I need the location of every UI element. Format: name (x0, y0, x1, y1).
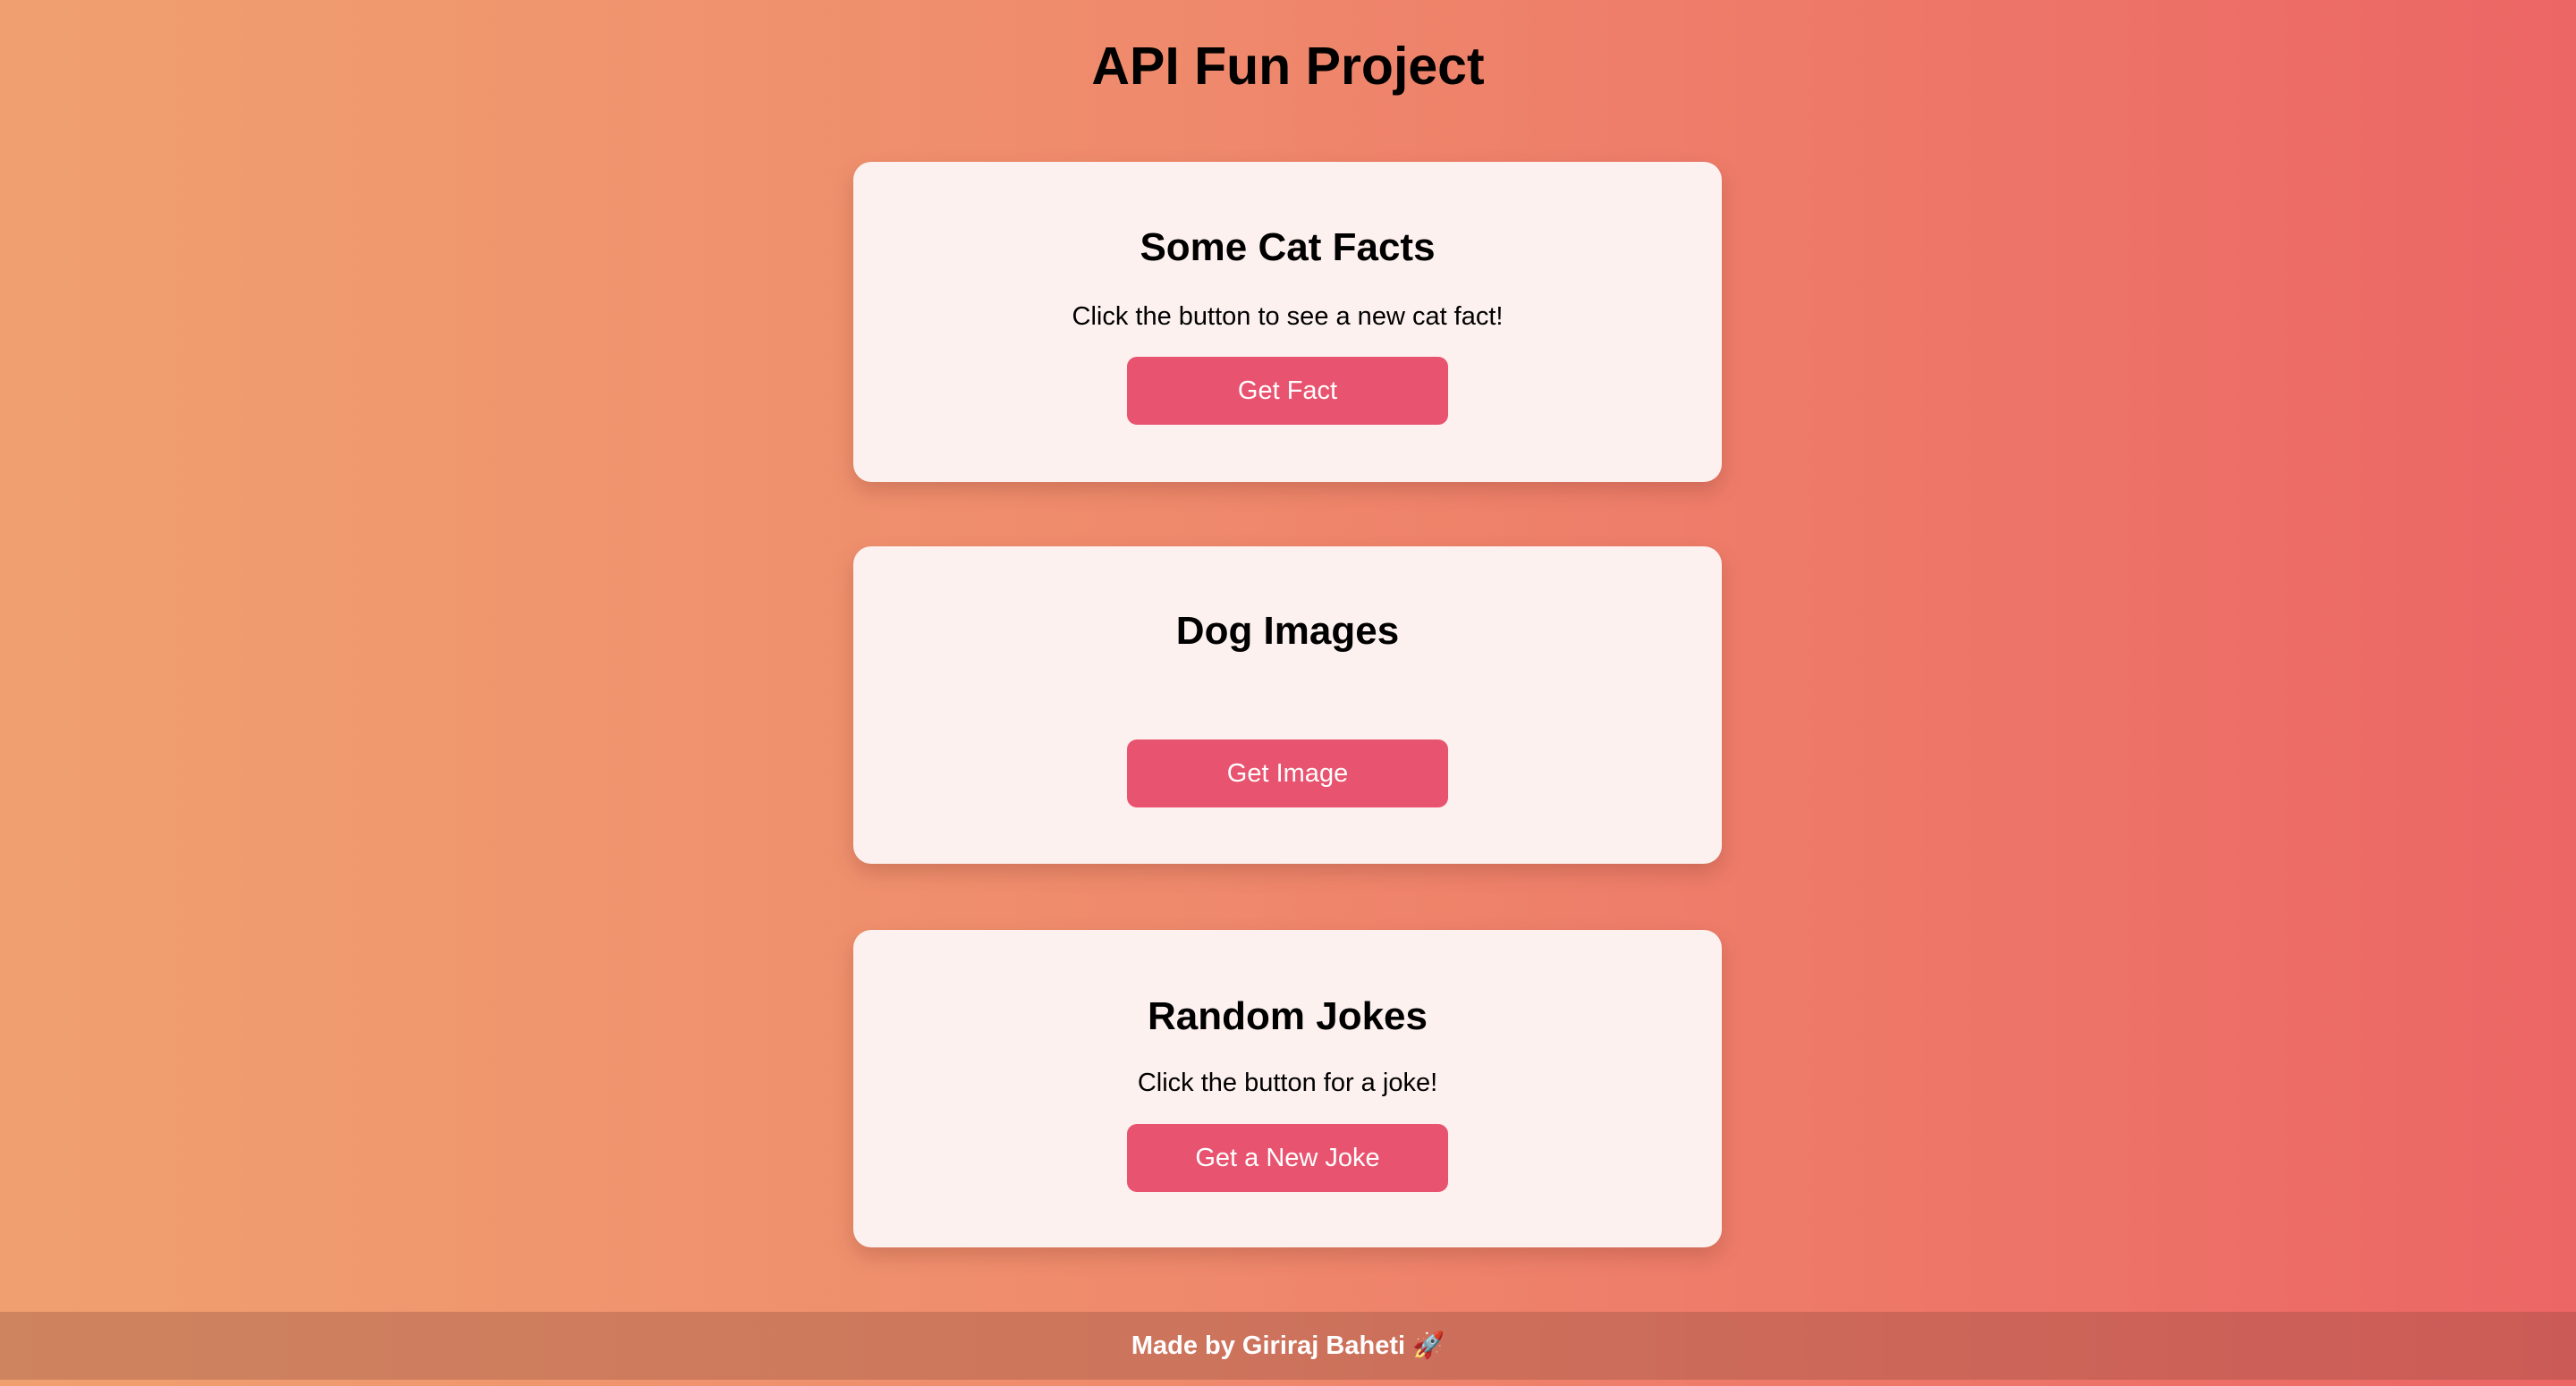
footer: Made by Giriraj Baheti 🚀 (0, 1312, 2576, 1380)
get-new-joke-button[interactable]: Get a New Joke (1127, 1124, 1448, 1192)
rocket-icon: 🚀 (1412, 1331, 1445, 1360)
page-title: API Fun Project (1091, 37, 1485, 96)
footer-text: Made by Giriraj Baheti (1131, 1331, 1406, 1360)
cat-facts-card: Some Cat Facts Click the button to see a… (853, 162, 1722, 482)
cat-fact-text: Click the button to see a new cat fact! (1072, 302, 1504, 331)
random-jokes-card: Random Jokes Click the button for a joke… (853, 930, 1722, 1247)
joke-text: Click the button for a joke! (1137, 1069, 1438, 1097)
dog-images-card: Dog Images Get Image (853, 546, 1722, 864)
cat-facts-title: Some Cat Facts (1140, 225, 1436, 269)
get-fact-button[interactable]: Get Fact (1127, 357, 1448, 425)
dog-images-title: Dog Images (1175, 609, 1400, 653)
random-jokes-title: Random Jokes (1148, 994, 1428, 1038)
get-image-button[interactable]: Get Image (1127, 739, 1448, 807)
